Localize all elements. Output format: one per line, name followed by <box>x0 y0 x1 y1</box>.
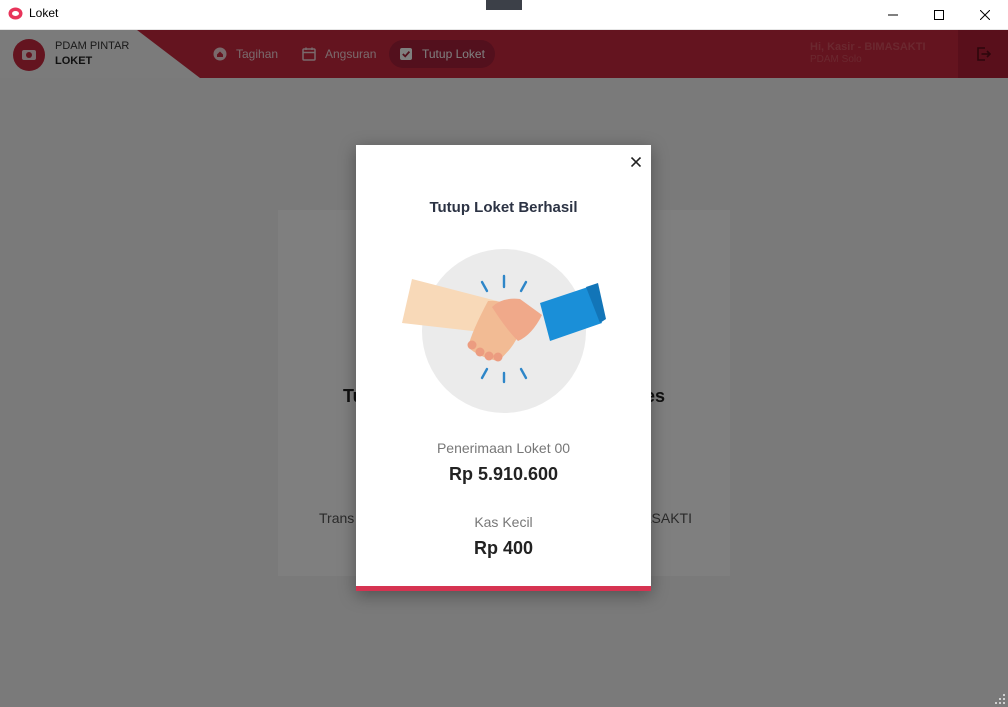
window-title: Loket <box>29 6 59 20</box>
modal-close-button[interactable] <box>628 154 644 170</box>
app-logo-icon <box>8 7 23 20</box>
minimize-button[interactable] <box>870 0 916 29</box>
success-modal: Tutup Loket Berhasil Penerimaan Loket 00… <box>356 145 651 591</box>
modal-accent-bar <box>356 586 651 591</box>
drag-handle[interactable] <box>486 0 522 10</box>
kas-kecil-label: Kas Kecil <box>474 514 533 530</box>
handshake-illustration <box>402 249 606 413</box>
penerimaan-label: Penerimaan Loket 00 <box>436 440 571 456</box>
close-window-button[interactable] <box>962 0 1008 29</box>
resize-grip-icon[interactable] <box>994 693 1006 705</box>
kas-kecil-value: Rp 400 <box>473 538 534 558</box>
penerimaan-value: Rp 5.910.600 <box>448 464 559 484</box>
close-icon <box>631 157 641 167</box>
maximize-button[interactable] <box>916 0 962 29</box>
minimize-icon <box>888 14 898 15</box>
window-titlebar: Loket <box>0 0 1008 30</box>
close-icon <box>980 9 990 20</box>
maximize-icon <box>934 9 944 20</box>
modal-title: Tutup Loket Berhasil <box>429 199 578 216</box>
